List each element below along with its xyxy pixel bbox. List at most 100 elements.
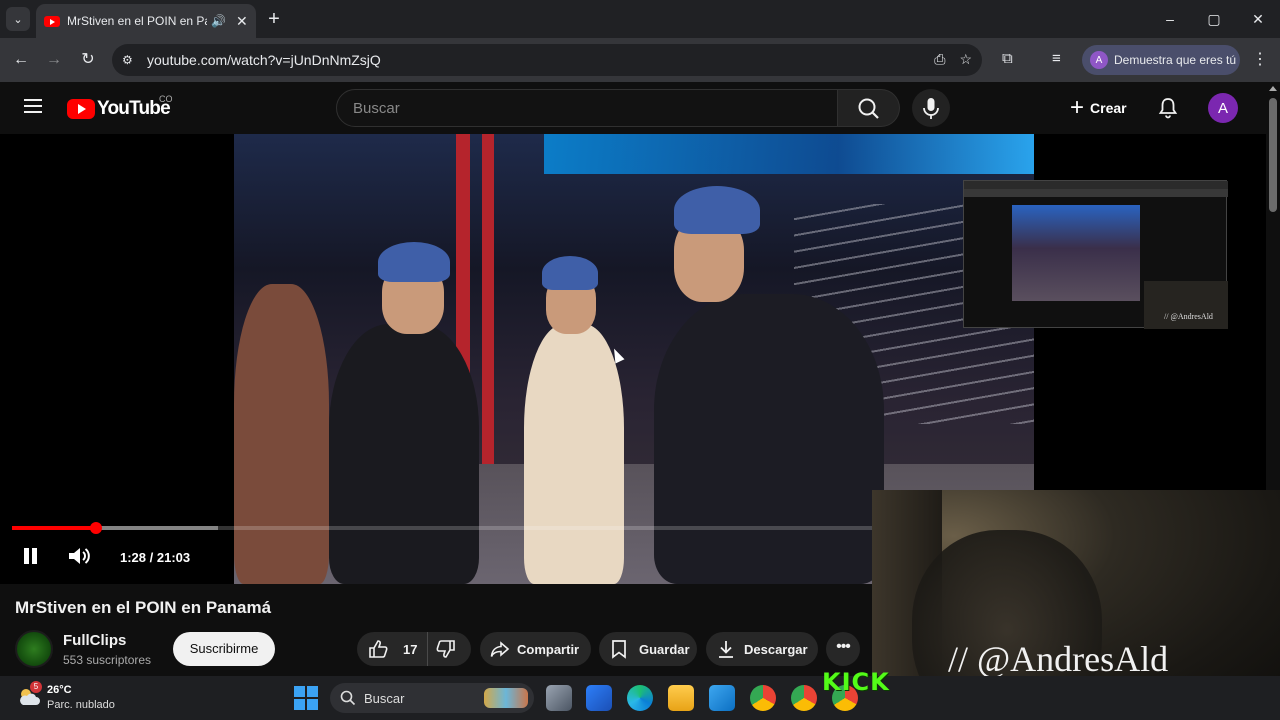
profile-button[interactable]: A Demuestra que eres tú — [1082, 45, 1240, 75]
search-icon — [858, 98, 879, 119]
menu-icon[interactable] — [24, 99, 42, 113]
windows-start-icon[interactable] — [294, 686, 318, 710]
progress-played — [12, 526, 96, 530]
preview-facecam — [1144, 281, 1228, 329]
thumbs-up-icon — [369, 640, 388, 658]
task-view-icon[interactable] — [546, 685, 572, 711]
preview-video — [1012, 205, 1140, 301]
profile-avatar: A — [1090, 51, 1108, 69]
video-scene-pillar — [482, 134, 494, 474]
search-icon — [340, 690, 356, 706]
chrome-profile-icon[interactable] — [791, 685, 817, 711]
youtube-favicon-icon — [44, 15, 60, 27]
browser-menu-icon[interactable]: ⋮ — [1252, 49, 1268, 69]
media-controls-icon[interactable]: ≡ — [1052, 50, 1061, 67]
browser-tab-active[interactable]: MrStiven en el POIN en Panamá 🔊 ✕ — [36, 4, 256, 38]
subscribe-button[interactable]: Suscribirme — [173, 632, 275, 666]
download-icon — [719, 641, 733, 658]
preview-tabstrip — [964, 181, 1228, 189]
bookmark-icon — [612, 640, 626, 659]
progress-bar[interactable] — [12, 522, 872, 534]
back-button[interactable]: ← — [10, 49, 32, 71]
share-arrow-icon — [490, 641, 510, 657]
channel-name[interactable]: FullClips — [63, 632, 126, 649]
save-button[interactable]: Guardar — [599, 632, 697, 666]
bookmark-star-icon[interactable]: ☆ — [959, 51, 972, 68]
kick-logo: KICK — [822, 668, 890, 696]
like-dislike-group: 17 — [357, 632, 471, 666]
scroll-up-arrow-icon[interactable] — [1269, 86, 1277, 91]
stream-preview-thumbnail: // @AndresAld — [963, 180, 1228, 329]
audio-playing-icon[interactable]: 🔊 — [211, 14, 226, 28]
weather-alert-badge: 5 — [30, 681, 42, 693]
close-window-button[interactable]: ✕ — [1236, 0, 1280, 38]
search-input[interactable] — [336, 89, 838, 127]
search-button[interactable] — [838, 89, 900, 127]
weather-description[interactable]: Parc. nublado — [47, 699, 115, 711]
video-scene-person — [524, 324, 624, 584]
maximize-button[interactable]: ▢ — [1192, 0, 1236, 38]
tab-search-button[interactable]: ⌄ — [6, 7, 30, 31]
download-label: Descargar — [744, 641, 808, 657]
more-actions-button[interactable]: ••• — [826, 632, 860, 666]
like-count: 17 — [403, 641, 418, 657]
forward-button[interactable]: → — [43, 49, 65, 71]
progress-scrubber[interactable] — [90, 522, 102, 534]
dislike-button[interactable] — [428, 632, 464, 666]
browser-tabstrip: ⌄ MrStiven en el POIN en Panamá 🔊 ✕ + – … — [0, 0, 1280, 38]
windows-taskbar: 5 26°C Parc. nublado Buscar — [0, 676, 1280, 720]
video-scene-ceiling — [544, 134, 1034, 174]
microsoft-store-icon[interactable] — [586, 685, 612, 711]
edge-browser-icon[interactable] — [627, 685, 653, 711]
chrome-icon[interactable] — [750, 685, 776, 711]
share-button[interactable]: Compartir — [480, 632, 591, 666]
country-code: CO — [159, 94, 173, 104]
youtube-play-icon — [67, 99, 95, 119]
browser-toolbar: ← → ↻ ⚙ youtube.com/watch?v=jUnDnNmZsjQ … — [0, 38, 1280, 82]
subscriber-count: 553 suscriptores — [63, 653, 152, 667]
taskbar-search-label: Buscar — [364, 690, 405, 706]
plus-icon: + — [1070, 94, 1085, 121]
video-title: MrStiven en el POIN en Panamá — [15, 598, 272, 617]
tab-title: MrStiven en el POIN en Panamá — [67, 14, 207, 28]
thumbs-down-icon — [436, 640, 456, 658]
share-label: Compartir — [517, 641, 580, 657]
youtube-logo[interactable]: YouTube CO — [67, 94, 173, 120]
create-label: Crear — [1090, 100, 1127, 116]
minimize-button[interactable]: – — [1148, 0, 1192, 38]
scrollbar-thumb[interactable] — [1269, 98, 1277, 212]
video-scene-helmet — [378, 242, 450, 282]
new-tab-button[interactable]: + — [262, 8, 286, 32]
volume-icon[interactable] — [66, 545, 92, 567]
like-button[interactable]: 17 — [357, 632, 429, 666]
taskbar-search[interactable]: Buscar — [330, 683, 534, 713]
video-scene-person — [654, 294, 884, 584]
extensions-icon[interactable]: ⧉ — [1002, 50, 1013, 67]
site-info-icon[interactable]: ⚙ — [122, 53, 140, 67]
preview-toolbar — [964, 189, 1228, 197]
channel-avatar[interactable] — [15, 630, 53, 668]
tab-close-icon[interactable]: ✕ — [236, 13, 248, 30]
address-bar[interactable]: ⚙ youtube.com/watch?v=jUnDnNmZsjQ ⎙ ☆ — [112, 44, 982, 76]
profile-pill-label: Demuestra que eres tú — [1114, 53, 1237, 67]
preview-handle: // @AndresAld — [1164, 312, 1213, 321]
url-text[interactable]: youtube.com/watch?v=jUnDnNmZsjQ — [147, 52, 381, 68]
vscode-icon[interactable] — [709, 685, 735, 711]
pause-icon — [24, 548, 29, 564]
video-scene-helmet — [542, 256, 598, 290]
download-button[interactable]: Descargar — [706, 632, 818, 666]
voice-search-button[interactable] — [912, 89, 950, 127]
account-avatar[interactable]: A — [1208, 93, 1238, 123]
file-explorer-icon[interactable] — [668, 685, 694, 711]
save-label: Guardar — [639, 641, 690, 657]
reload-button[interactable]: ↻ — [77, 49, 99, 71]
weather-temperature[interactable]: 26°C — [47, 684, 72, 696]
create-button[interactable]: + Crear — [1060, 90, 1140, 126]
video-scene-person — [234, 284, 329, 584]
video-scene-person — [329, 324, 479, 584]
search-box — [336, 89, 900, 127]
window-controls: – ▢ ✕ — [1148, 0, 1280, 38]
install-app-icon[interactable]: ⎙ — [934, 51, 945, 68]
pause-button[interactable] — [20, 546, 40, 566]
notifications-bell-icon[interactable] — [1156, 96, 1180, 120]
